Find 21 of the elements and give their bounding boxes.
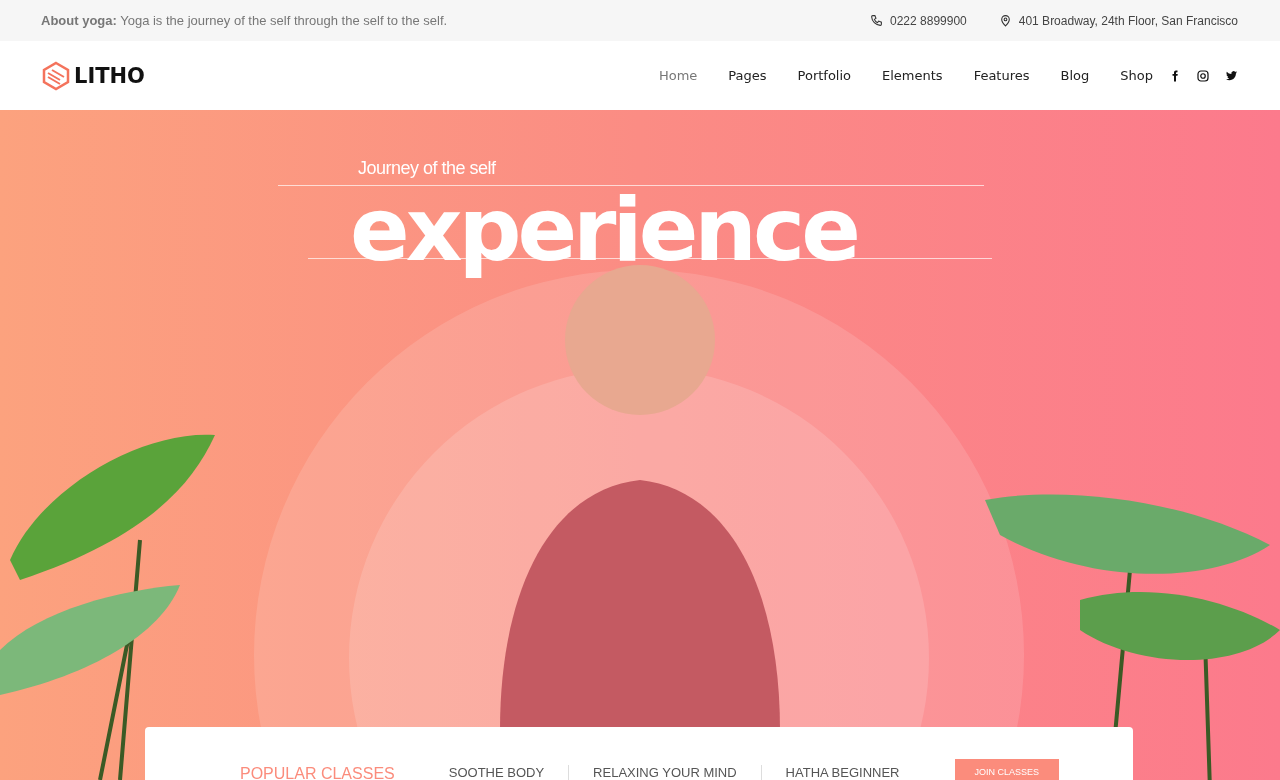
class-link[interactable]: HATHA BEGINNER (785, 765, 900, 780)
address-text: 401 Broadway, 24th Floor, San Francisco (1018, 13, 1238, 28)
nav-link[interactable]: Home (658, 68, 698, 83)
hero-title: experience (350, 178, 857, 282)
twitter-bird-icon[interactable] (1225, 69, 1238, 82)
phone-icon (870, 14, 883, 27)
about-text: About yoga: Yoga is the journey of the self through the self to the self. (41, 13, 448, 28)
nav-link[interactable]: Features (973, 68, 1030, 83)
class-link[interactable]: RELAXING YOUR MIND (593, 765, 737, 780)
nav-link[interactable]: Blog (1060, 68, 1090, 83)
class-link[interactable]: SOOTHE BODY (448, 765, 545, 780)
classes-heading: POPULAR CLASSES (240, 765, 395, 780)
nav-link[interactable]: Pages (728, 68, 767, 83)
instagram-icon[interactable] (1197, 69, 1209, 82)
nav-link[interactable]: Shop (1120, 68, 1153, 83)
hero-subtitle: Journey of the self (358, 158, 496, 179)
nav-link[interactable]: Elements (882, 68, 943, 83)
location-pin-icon (998, 14, 1012, 27)
brand-name[interactable]: LITHO (74, 63, 145, 88)
nav-link[interactable]: Portfolio (797, 68, 852, 83)
phone-number: 0222 8899900 (890, 13, 967, 28)
